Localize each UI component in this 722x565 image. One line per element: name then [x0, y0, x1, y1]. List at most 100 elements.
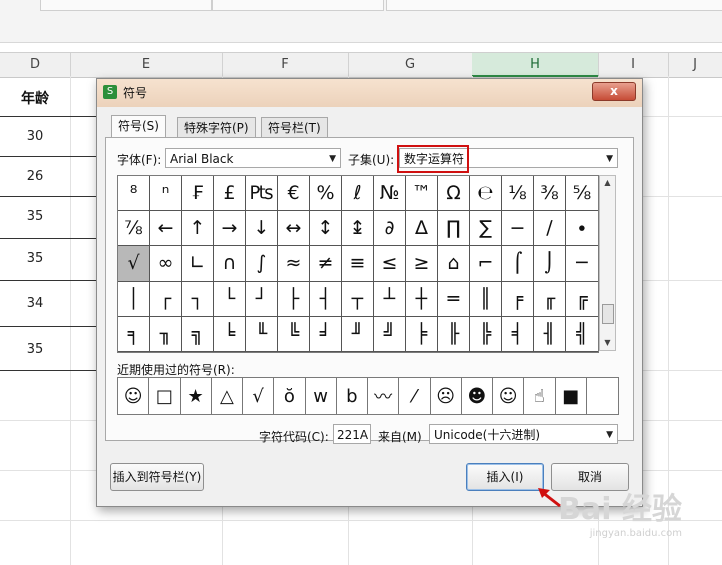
scroll-down-icon[interactable]: ▼: [600, 336, 615, 350]
symbol-cell[interactable]: ╠: [470, 316, 502, 352]
symbol-cell[interactable]: ≠: [310, 246, 342, 282]
symbol-cell[interactable]: Ω: [438, 176, 470, 212]
symbol-cell[interactable]: ╣: [566, 317, 598, 352]
symbol-cell[interactable]: ∑: [470, 211, 502, 247]
symbol-cell[interactable]: ╒: [502, 281, 534, 317]
symbol-cell[interactable]: ┐: [182, 281, 214, 317]
symbol-cell[interactable]: ∟: [182, 246, 214, 282]
symbol-cell[interactable]: √: [118, 246, 150, 282]
symbol-cell[interactable]: ║: [470, 281, 502, 317]
symbol-cell[interactable]: ∞: [150, 246, 182, 282]
symbol-cell[interactable]: └: [214, 281, 246, 317]
charcode-input[interactable]: 221A: [333, 424, 371, 444]
symbol-cell[interactable]: ₧: [246, 176, 278, 212]
symbol-cell[interactable]: ↑: [182, 211, 214, 247]
symbol-cell[interactable]: ℮: [470, 176, 502, 212]
recent-symbol-cell[interactable]: ☺: [118, 378, 150, 414]
symbol-cell[interactable]: ╓: [534, 281, 566, 317]
symbol-cell[interactable]: ├: [278, 281, 310, 317]
symbol-cell[interactable]: ∆: [406, 211, 438, 247]
insert-button[interactable]: 插入(I): [466, 463, 544, 491]
column-header-e[interactable]: E: [70, 53, 223, 77]
symbol-cell[interactable]: ┼: [406, 281, 438, 317]
symbol-cell[interactable]: ╜: [342, 316, 374, 352]
symbol-cell[interactable]: ┤: [310, 281, 342, 317]
symbol-cell[interactable]: ⁸: [118, 176, 150, 212]
age-cell[interactable]: 35: [0, 209, 70, 224]
symbol-cell[interactable]: ⌡: [534, 246, 566, 282]
column-header-j[interactable]: J: [668, 53, 722, 77]
symbol-cell[interactable]: ←: [150, 211, 182, 247]
symbol-cell[interactable]: ℓ: [342, 176, 374, 212]
column-header-g[interactable]: G: [348, 53, 473, 77]
symbol-cell[interactable]: ┌: [150, 281, 182, 317]
symbol-cell[interactable]: −: [502, 211, 534, 247]
recent-symbol-cell[interactable]: ☻: [462, 378, 493, 414]
symbol-cell[interactable]: ╝: [374, 316, 406, 352]
recent-symbol-cell[interactable]: w: [306, 378, 337, 414]
recent-symbol-cell[interactable]: ☝: [524, 378, 556, 414]
symbol-cell[interactable]: ╔: [566, 282, 598, 317]
age-cell[interactable]: 35: [0, 342, 70, 357]
age-header-cell[interactable]: 年龄: [0, 88, 70, 108]
symbol-cell[interactable]: ╚: [278, 316, 310, 352]
symbol-cell[interactable]: ╟: [438, 316, 470, 352]
recent-symbol-cell[interactable]: 〰: [368, 378, 400, 414]
recent-symbol-cell[interactable]: ŏ: [274, 378, 306, 414]
recent-symbol-cell[interactable]: ⁄: [399, 378, 431, 414]
recent-symbol-cell[interactable]: ■: [556, 378, 587, 414]
symbol-cell[interactable]: £: [214, 176, 246, 212]
column-header-d[interactable]: D: [0, 53, 71, 77]
symbol-cell[interactable]: ╕: [118, 316, 150, 352]
symbol-cell[interactable]: ╖: [150, 316, 182, 352]
symbol-cell[interactable]: %: [310, 176, 342, 212]
symbol-cell[interactable]: ⅜: [534, 176, 566, 212]
symbol-cell[interactable]: ⅞: [118, 211, 150, 247]
symbol-cell[interactable]: ╞: [406, 316, 438, 352]
symbol-cell[interactable]: ≈: [278, 246, 310, 282]
from-select[interactable]: Unicode(十六进制) ▼: [429, 424, 618, 444]
symbol-cell[interactable]: €: [278, 176, 310, 212]
recent-symbol-cell[interactable]: □: [149, 378, 181, 414]
symbol-cell[interactable]: ∩: [214, 246, 246, 282]
symbol-cell[interactable]: ↨: [342, 211, 374, 247]
tab-symbol[interactable]: 符号(S): [111, 115, 166, 138]
symbol-cell[interactable]: ┴: [374, 281, 406, 317]
recent-symbol-cell[interactable]: ☹: [431, 378, 462, 414]
symbol-cell[interactable]: ┘: [246, 281, 278, 317]
recent-symbol-cell[interactable]: b: [337, 378, 368, 414]
symbol-cell[interactable]: │: [118, 281, 150, 317]
symbol-cell[interactable]: ╛: [310, 316, 342, 352]
symbol-cell[interactable]: →: [214, 211, 246, 247]
symbol-cell[interactable]: ≡: [342, 246, 374, 282]
age-cell[interactable]: 34: [0, 296, 70, 311]
symbol-cell[interactable]: ╙: [246, 316, 278, 352]
dialog-titlebar[interactable]: S 符号 x: [97, 79, 642, 107]
symbol-cell[interactable]: ∕: [534, 211, 566, 247]
insert-to-bar-button[interactable]: 插入到符号栏(Y): [110, 463, 204, 491]
column-header-f[interactable]: F: [222, 53, 349, 77]
tab-symbol-bar[interactable]: 符号栏(T): [261, 117, 328, 138]
symbol-cell[interactable]: ╢: [534, 316, 566, 352]
symbol-grid-scrollbar[interactable]: ▲ ▼: [599, 175, 616, 351]
symbol-cell[interactable]: ∙: [566, 211, 598, 247]
symbol-cell[interactable]: ₣: [182, 176, 214, 212]
symbol-cell[interactable]: ╡: [502, 316, 534, 352]
column-header-h[interactable]: H: [472, 53, 599, 77]
age-cell[interactable]: 35: [0, 251, 70, 266]
symbol-cell[interactable]: ⅛: [502, 176, 534, 212]
symbol-cell[interactable]: ≤: [374, 246, 406, 282]
symbol-cell[interactable]: ╘: [214, 316, 246, 352]
symbol-cell[interactable]: ↕: [310, 211, 342, 247]
recent-symbol-cell[interactable]: △: [212, 378, 243, 414]
scroll-up-icon[interactable]: ▲: [600, 176, 615, 190]
symbol-cell[interactable]: ─: [566, 246, 598, 282]
recent-symbol-cell[interactable]: ★: [181, 378, 212, 414]
recent-symbol-cell[interactable]: [587, 378, 618, 414]
symbol-cell[interactable]: ∂: [374, 211, 406, 247]
symbol-cell[interactable]: ⌠: [502, 246, 534, 282]
symbol-cell[interactable]: ∫: [246, 246, 278, 282]
symbol-cell[interactable]: ┬: [342, 281, 374, 317]
symbol-cell[interactable]: ↔: [278, 211, 310, 247]
symbol-cell[interactable]: ⁿ: [150, 176, 182, 212]
